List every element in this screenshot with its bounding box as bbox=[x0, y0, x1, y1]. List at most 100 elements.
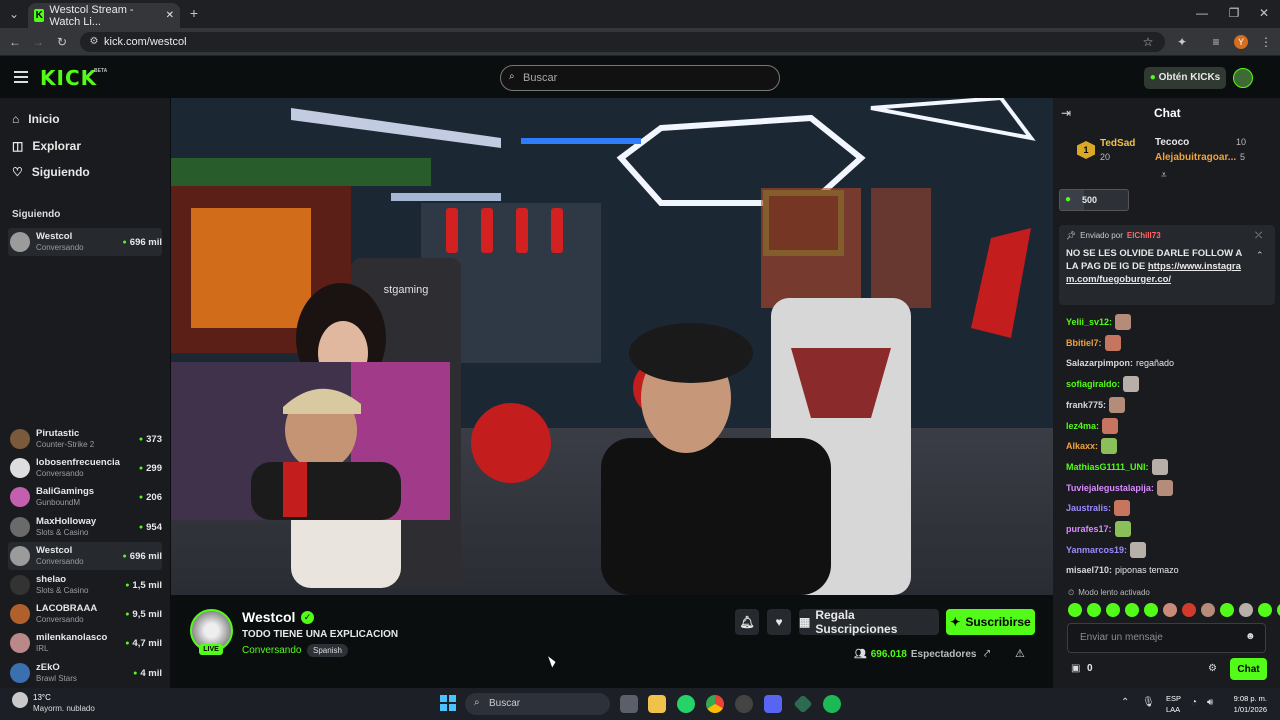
sidebar-channel[interactable]: milenkanolascoIRL 4,7 mil bbox=[8, 629, 162, 657]
chat-username[interactable]: purafes17: bbox=[1066, 524, 1112, 534]
sidebar-channel[interactable]: WestcolConversando 696 mil bbox=[8, 542, 162, 570]
sidebar-channel[interactable]: shelaoSlots & Casino 1,5 mil bbox=[8, 571, 162, 599]
subscribe-button[interactable]: ✦ Suscribirse bbox=[946, 609, 1035, 635]
chat-input[interactable]: Enviar un mensaje bbox=[1067, 623, 1266, 653]
sidebar-channel[interactable]: zEkOBrawl Stars 4 mil bbox=[8, 659, 162, 687]
chat-username[interactable]: Yanmarcos19: bbox=[1066, 545, 1127, 555]
weather-temp[interactable]: 13°C bbox=[33, 693, 51, 702]
chat-settings-icon[interactable]: ⚙ bbox=[1208, 663, 1217, 674]
user-avatar[interactable] bbox=[1233, 68, 1253, 88]
quick-emote-icon[interactable] bbox=[1220, 603, 1234, 617]
wifi-icon[interactable]: ◔ bbox=[1191, 697, 1197, 708]
media-control-icon[interactable]: ≡ bbox=[1208, 35, 1224, 49]
collapse-chat-icon[interactable]: ⇥ bbox=[1061, 106, 1071, 120]
chat-username[interactable]: Jaustralis: bbox=[1066, 503, 1111, 513]
video-player[interactable]: stgaming bbox=[171, 98, 1053, 595]
clock-time[interactable]: 9:08 p. m. bbox=[1225, 694, 1267, 703]
bookmark-star-icon[interactable]: ☆ bbox=[1140, 35, 1156, 49]
new-tab-button[interactable]: + bbox=[186, 6, 202, 20]
file-explorer-icon[interactable] bbox=[648, 695, 666, 713]
task-view-icon[interactable] bbox=[620, 695, 638, 713]
quick-emote-icon[interactable] bbox=[1182, 603, 1196, 617]
spotify-icon[interactable] bbox=[823, 695, 841, 713]
channel-name-title[interactable]: Westcol bbox=[242, 609, 295, 625]
volume-icon[interactable]: 🔊︎ bbox=[1207, 697, 1213, 708]
sidebar-channel[interactable]: LACOBRAAAConversando 9,5 mil bbox=[8, 600, 162, 628]
language-tag[interactable]: Spanish bbox=[307, 644, 348, 657]
follow-heart-button[interactable]: ♥ bbox=[767, 609, 791, 635]
quick-emote-icon[interactable] bbox=[1106, 603, 1120, 617]
chat-username[interactable]: Salazarpimpon: bbox=[1066, 358, 1133, 368]
chrome-icon[interactable] bbox=[706, 695, 724, 713]
chat-username[interactable]: misael710: bbox=[1066, 565, 1112, 575]
minimize-icon[interactable]: — bbox=[1194, 6, 1210, 20]
share-icon[interactable]: ⤤ bbox=[984, 648, 990, 661]
site-info-icon[interactable]: ⚙ bbox=[86, 35, 102, 49]
discord-icon[interactable] bbox=[764, 695, 782, 713]
quick-emote-icon[interactable] bbox=[1258, 603, 1272, 617]
taskbar-search[interactable]: Buscar bbox=[465, 693, 610, 715]
stream-title: TODO TIENE UNA EXPLICACION bbox=[242, 629, 399, 640]
sidebar-channel[interactable]: PirutasticCounter-Strike 2 373 bbox=[8, 425, 162, 453]
points-icon[interactable]: ▣ bbox=[1071, 663, 1080, 674]
quick-emote-icon[interactable] bbox=[1087, 603, 1101, 617]
unpin-icon[interactable]: ⤫ bbox=[1255, 230, 1262, 241]
kicks-goal-bar[interactable]: 500 ● bbox=[1059, 189, 1129, 211]
kick-logo[interactable]: KICK bbox=[40, 66, 97, 90]
quick-emote-icon[interactable] bbox=[1068, 603, 1082, 617]
sidebar-channel-westcol[interactable]: WestcolConversando 696 mil bbox=[8, 228, 162, 256]
notifications-bell-button[interactable]: 🔔︎ bbox=[735, 609, 759, 635]
hamburger-menu-icon[interactable] bbox=[14, 71, 28, 83]
quick-emote-icon[interactable] bbox=[1239, 603, 1253, 617]
sidebar-channel[interactable]: lobosenfrecuenciaConversando 299 bbox=[8, 454, 162, 482]
profile-avatar[interactable]: Y bbox=[1234, 35, 1248, 49]
url-field[interactable]: kick.com/westcol bbox=[80, 32, 1165, 52]
collapse-pinned-icon[interactable]: ⌃ bbox=[1256, 250, 1264, 261]
sidebar-channel[interactable]: BaliGamingsGunboundM 206 bbox=[8, 483, 162, 511]
stream-category-link[interactable]: Conversando bbox=[242, 645, 301, 656]
close-window-icon[interactable]: ✕ bbox=[1256, 6, 1272, 20]
quick-emote-icon[interactable] bbox=[1163, 603, 1177, 617]
language-top[interactable]: ESP bbox=[1166, 694, 1181, 703]
emote-picker-icon[interactable]: ☻ bbox=[1245, 631, 1256, 642]
report-icon[interactable]: ⚠ bbox=[1015, 647, 1025, 660]
chat-username[interactable]: lez4ma: bbox=[1066, 421, 1099, 431]
chat-username[interactable]: frank775: bbox=[1066, 400, 1106, 410]
microphone-icon[interactable]: 🎙︎ bbox=[1142, 697, 1155, 708]
whatsapp-icon[interactable] bbox=[677, 695, 695, 713]
restore-icon[interactable]: ❐ bbox=[1226, 6, 1242, 20]
leaderboard-user-2[interactable]: Tecoco bbox=[1155, 137, 1189, 148]
reload-icon[interactable]: ↻ bbox=[54, 35, 70, 49]
send-chat-button[interactable]: Chat bbox=[1230, 658, 1267, 680]
back-icon[interactable]: ← bbox=[7, 35, 23, 49]
tab-search-icon[interactable]: ⌄ bbox=[6, 7, 22, 21]
chat-username[interactable]: Yelii_sv12: bbox=[1066, 317, 1112, 327]
chat-username[interactable]: Bbitiel7: bbox=[1066, 338, 1102, 348]
gift-subs-button[interactable]: ▦ Regala Suscripciones bbox=[799, 608, 939, 636]
tray-chevron-icon[interactable]: ⌃ bbox=[1121, 697, 1129, 708]
nav-inicio[interactable]: ⌂ Inicio bbox=[12, 108, 162, 130]
leaderboard-user-3[interactable]: Alejabuitragoar... bbox=[1155, 152, 1236, 163]
obs-icon[interactable] bbox=[735, 695, 753, 713]
get-kicks-button[interactable]: ● Obtén KICKs bbox=[1144, 67, 1226, 89]
sidebar-channel[interactable]: MaxHollowaySlots & Casino 954 bbox=[8, 513, 162, 541]
quick-emote-icon[interactable] bbox=[1201, 603, 1215, 617]
chat-username[interactable]: Alkaxx: bbox=[1066, 441, 1098, 451]
browser-tab[interactable]: K Westcol Stream - Watch Li... ✕ bbox=[28, 3, 180, 28]
quick-emote-icon[interactable] bbox=[1125, 603, 1139, 617]
expand-leaderboard-icon[interactable]: ⩡ bbox=[1161, 170, 1167, 181]
leaderboard-user-1[interactable]: TedSad bbox=[1100, 138, 1135, 149]
extensions-icon[interactable]: ✦ bbox=[1174, 35, 1190, 49]
tab-close-icon[interactable]: ✕ bbox=[166, 10, 174, 21]
pinned-sender[interactable]: ElChill73 bbox=[1127, 231, 1161, 240]
nav-explorar[interactable]: ◫ Explorar bbox=[12, 135, 162, 157]
chat-username[interactable]: sofiagiraldo: bbox=[1066, 379, 1120, 389]
quick-emote-icon[interactable] bbox=[1144, 603, 1158, 617]
forward-icon[interactable]: → bbox=[30, 35, 46, 49]
windows-start-icon[interactable] bbox=[440, 695, 456, 711]
search-input[interactable]: Buscar bbox=[500, 65, 780, 91]
browser-menu-icon[interactable]: ⋮ bbox=[1258, 35, 1274, 49]
nav-siguiendo[interactable]: ♡ Siguiendo bbox=[12, 161, 162, 183]
chat-username[interactable]: MathiasG1111_UNI: bbox=[1066, 462, 1149, 472]
chat-username[interactable]: Tuviejalegustalapija: bbox=[1066, 483, 1154, 493]
